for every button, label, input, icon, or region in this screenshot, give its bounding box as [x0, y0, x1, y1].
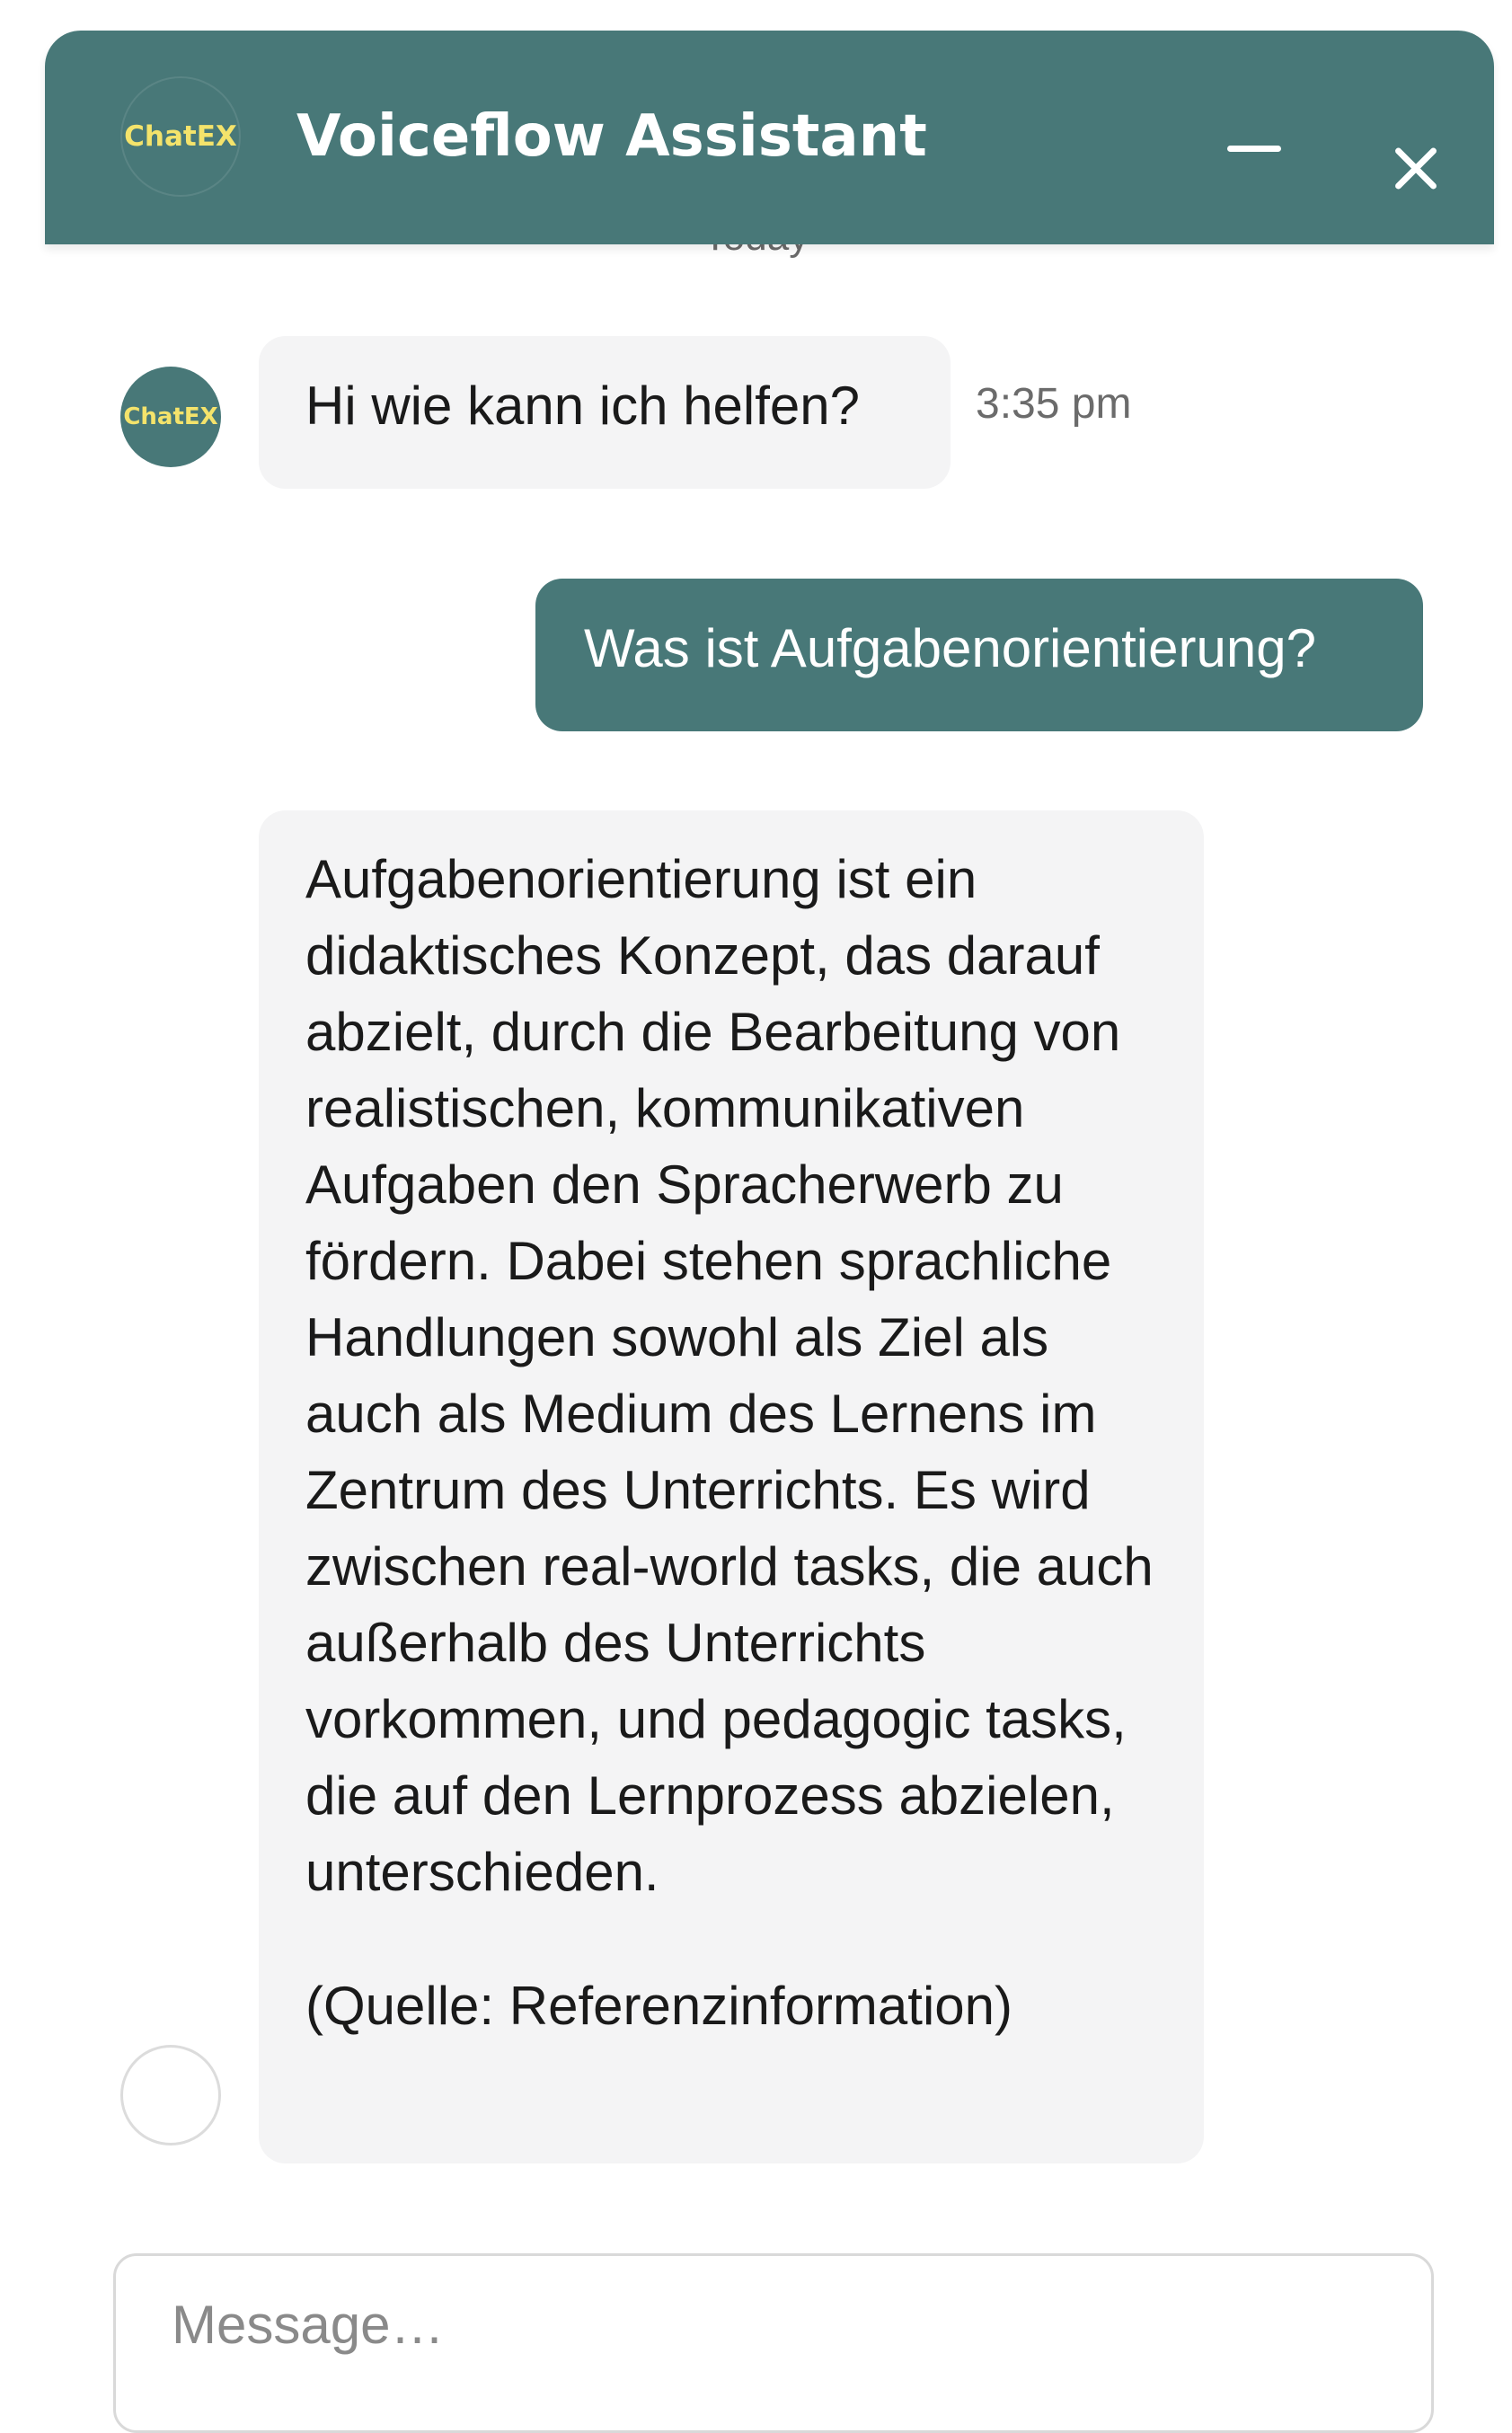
minimize-button[interactable] — [1222, 131, 1287, 167]
chat-widget: Today ChatEX Voiceflow Assistant ChatEX … — [0, 0, 1512, 2433]
user-message-bubble: Was ist Aufgabenorientierung? — [535, 579, 1423, 731]
assistant-logo: ChatEX — [120, 76, 241, 197]
message-composer — [113, 2253, 1434, 2433]
bot-message-bubble: Hi wie kann ich helfen? — [259, 336, 951, 489]
close-button[interactable] — [1384, 137, 1448, 201]
assistant-title: Voiceflow Assistant — [296, 103, 927, 170]
bot-answer-bubble: Aufgabenorientierung ist ein didaktische… — [259, 810, 1204, 2163]
bot-avatar-placeholder — [120, 2045, 221, 2145]
message-input[interactable] — [172, 2288, 1340, 2360]
message-timestamp: 3:35 pm — [976, 380, 1132, 428]
bot-avatar: ChatEX — [120, 367, 221, 467]
bot-answer-text: Aufgabenorientierung ist ein didaktische… — [305, 849, 1154, 1902]
chat-header: ChatEX Voiceflow Assistant — [45, 31, 1494, 244]
bot-answer-source: (Quelle: Referenzinformation) — [305, 1976, 1013, 2036]
minimize-icon — [1227, 146, 1281, 152]
